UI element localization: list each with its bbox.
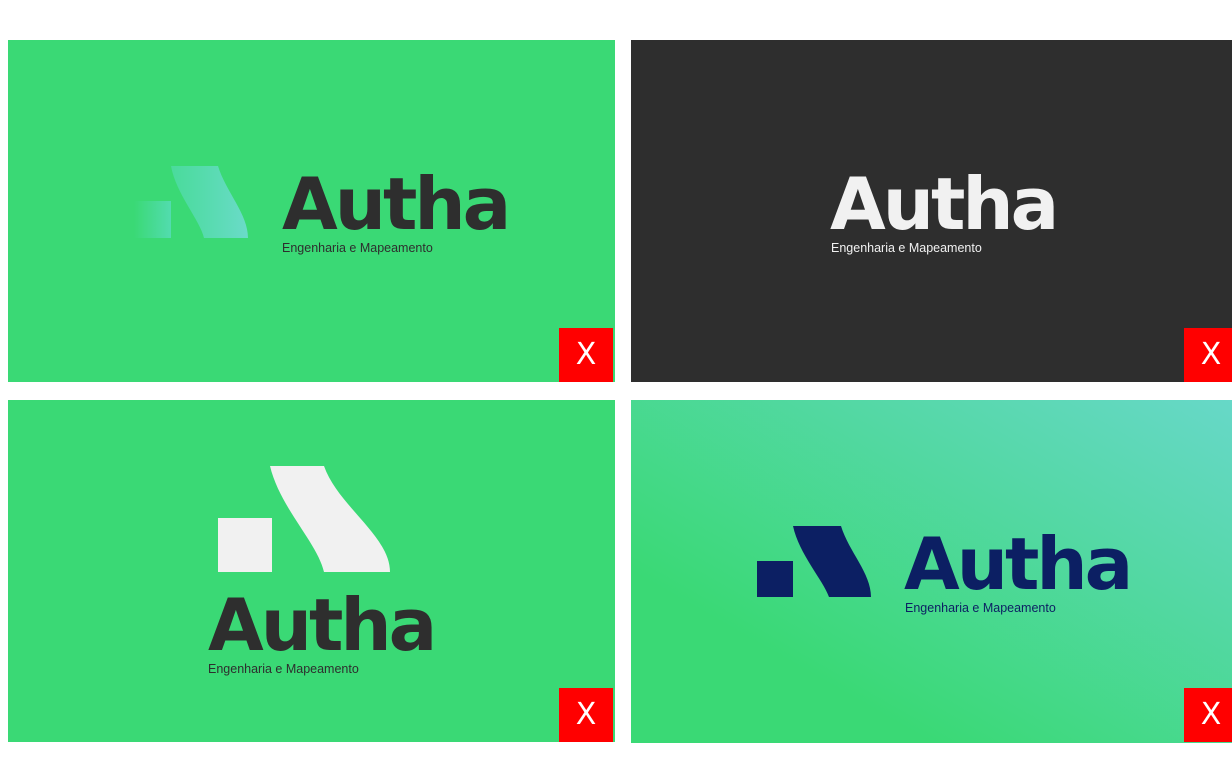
logo-slant-shape bbox=[171, 166, 248, 238]
reject-badge: X bbox=[559, 328, 613, 382]
autha-wordmark: Autha bbox=[282, 162, 511, 246]
autha-tagline: Engenharia e Mapeamento bbox=[831, 241, 982, 255]
logo-variant-panel-3: Autha Engenharia e Mapeamento X bbox=[8, 400, 615, 742]
logo-slant-shape bbox=[793, 526, 871, 597]
logo-variant-panel-1: Autha Engenharia e Mapeamento X bbox=[8, 40, 615, 382]
autha-wordmark: Autha bbox=[208, 583, 437, 667]
autha-wordmark: Autha bbox=[904, 522, 1133, 606]
reject-badge: X bbox=[1184, 688, 1232, 742]
autha-logo-mark bbox=[757, 526, 871, 597]
logo-square-shape bbox=[218, 518, 272, 572]
logo-slant-shape bbox=[270, 466, 390, 572]
autha-tagline: Engenharia e Mapeamento bbox=[905, 601, 1056, 615]
autha-wordmark: Autha bbox=[830, 162, 1059, 246]
autha-tagline: Engenharia e Mapeamento bbox=[282, 241, 433, 255]
logo-variant-panel-4: Autha Engenharia e Mapeamento X bbox=[631, 400, 1232, 743]
logo-variant-panel-2: Autha Engenharia e Mapeamento X bbox=[631, 40, 1232, 382]
autha-tagline: Engenharia e Mapeamento bbox=[208, 662, 359, 676]
logo-square-shape bbox=[134, 201, 171, 238]
reject-badge: X bbox=[559, 688, 613, 742]
logo-square-shape bbox=[757, 561, 793, 597]
autha-logo-mark bbox=[134, 166, 248, 238]
reject-badge: X bbox=[1184, 328, 1232, 382]
autha-logo-mark bbox=[218, 466, 390, 572]
